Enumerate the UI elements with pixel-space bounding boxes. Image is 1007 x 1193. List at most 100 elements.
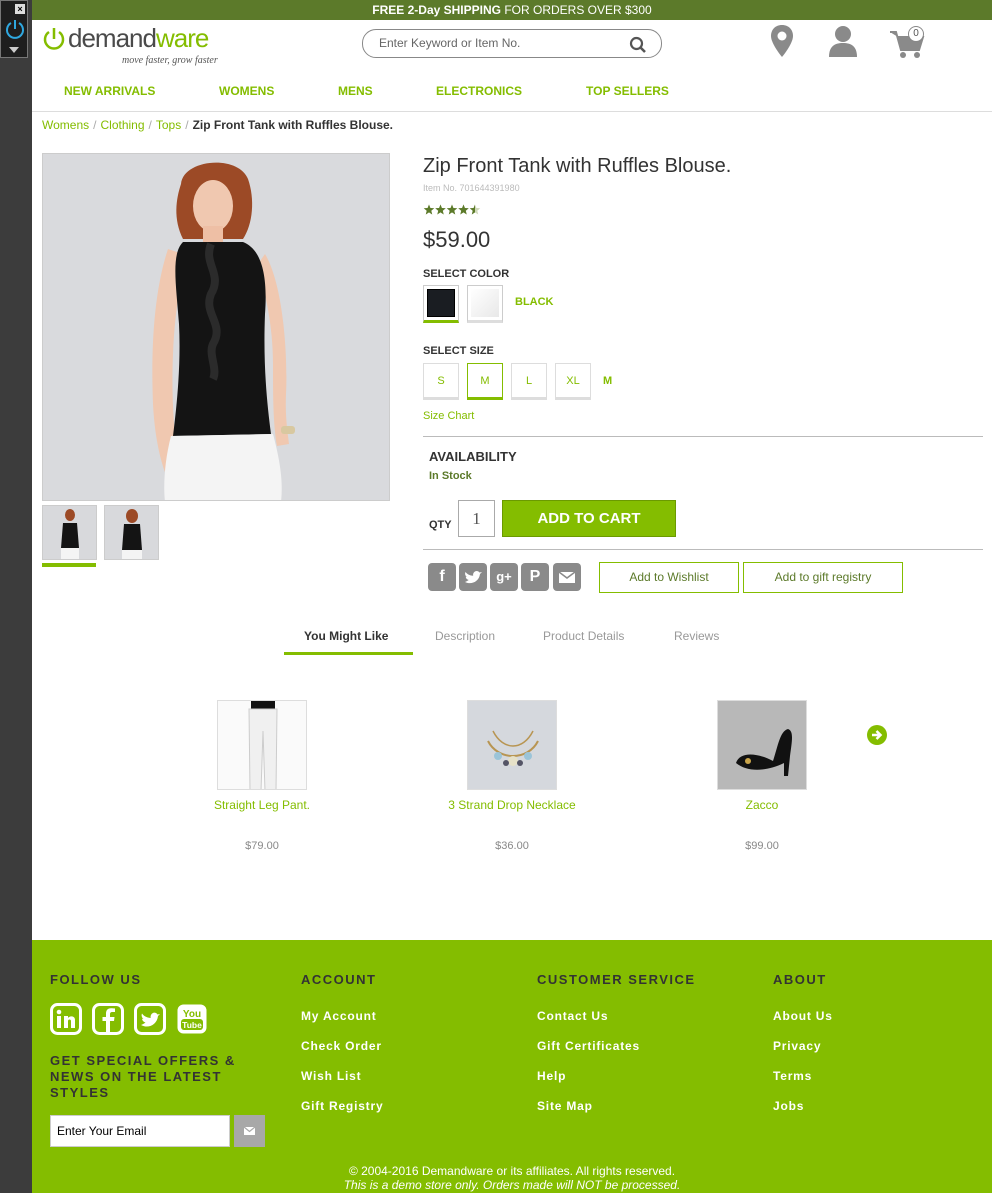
footer-link-about-us[interactable]: About Us <box>773 1009 833 1023</box>
size-l-button[interactable]: L <box>511 363 547 400</box>
tab-description[interactable]: Description <box>435 629 495 643</box>
add-to-cart-button[interactable]: ADD TO CART <box>502 500 676 537</box>
promo-bold: FREE 2-Day SHIPPING <box>372 3 501 17</box>
breadcrumb-separator: / <box>93 118 97 132</box>
footer-link-terms[interactable]: Terms <box>773 1069 812 1083</box>
recommendation-item[interactable]: Zacco $99.00 <box>662 700 862 852</box>
logo[interactable]: demandware move faster, grow faster <box>42 23 232 66</box>
logo-text: demandware <box>68 23 209 54</box>
linkedin-icon[interactable] <box>50 1003 82 1035</box>
breadcrumb-separator: / <box>148 118 152 132</box>
selected-color-label: BLACK <box>515 296 554 308</box>
recommendation-name[interactable]: 3 Strand Drop Necklace <box>412 798 612 812</box>
account-icon[interactable] <box>827 24 859 58</box>
power-icon[interactable] <box>4 18 26 40</box>
nav-electronics[interactable]: ELECTRONICS <box>436 84 522 98</box>
copyright-text: © 2004-2016 Demandware or its affiliates… <box>348 1164 676 1178</box>
tab-you-might-like[interactable]: You Might Like <box>304 629 388 643</box>
thumbnail-active-indicator <box>42 563 96 567</box>
recommendation-name[interactable]: Zacco <box>662 798 862 812</box>
nav-womens[interactable]: WOMENS <box>219 84 274 98</box>
footer-link-my-account[interactable]: My Account <box>301 1009 377 1023</box>
quantity-input[interactable] <box>458 500 495 537</box>
size-m-button[interactable]: M <box>467 363 503 400</box>
footer-link-help[interactable]: Help <box>537 1069 566 1083</box>
location-pin-icon[interactable] <box>770 24 794 58</box>
site-footer: FOLLOW US You Tube GET SPECIAL OFFERS & … <box>32 940 992 1193</box>
pinterest-share-icon[interactable]: P <box>521 563 549 591</box>
footer-link-jobs[interactable]: Jobs <box>773 1099 804 1113</box>
chevron-down-icon[interactable] <box>9 47 19 53</box>
breadcrumb-womens[interactable]: Womens <box>42 118 89 132</box>
breadcrumb: Womens / Clothing / Tops / Zip Front Tank with… <box>42 118 393 132</box>
facebook-icon[interactable] <box>92 1003 124 1035</box>
footer-link-wish-list[interactable]: Wish List <box>301 1069 361 1083</box>
recommendation-price: $99.00 <box>745 840 779 852</box>
product-photo <box>43 154 389 500</box>
select-size-label: SELECT SIZE <box>423 345 494 357</box>
svg-text:You: You <box>183 1009 201 1020</box>
recommendation-item[interactable]: Straight Leg Pant. $79.00 <box>162 700 362 852</box>
account-heading: ACCOUNT <box>301 972 377 987</box>
recommendation-name[interactable]: Straight Leg Pant. <box>162 798 362 812</box>
nav-top-sellers[interactable]: TOP SELLERS <box>586 84 669 98</box>
size-s-button[interactable]: S <box>423 363 459 400</box>
footer-link-privacy[interactable]: Privacy <box>773 1039 821 1053</box>
carousel-next-icon[interactable] <box>866 724 888 746</box>
product-main-image[interactable] <box>42 153 390 501</box>
nav-new-arrivals[interactable]: NEW ARRIVALS <box>64 84 155 98</box>
star-filled <box>423 204 435 215</box>
color-swatch-black[interactable] <box>423 285 459 323</box>
color-swatch-white[interactable] <box>467 285 503 323</box>
recommendation-image[interactable] <box>217 700 307 790</box>
youtube-icon[interactable]: You Tube <box>176 1003 208 1035</box>
thumbnail-back[interactable] <box>104 505 159 560</box>
email-submit-button[interactable] <box>234 1115 265 1147</box>
star-filled <box>446 204 458 215</box>
search-icon[interactable] <box>629 36 647 54</box>
footer-link-check-order[interactable]: Check Order <box>301 1039 382 1053</box>
nav-mens[interactable]: MENS <box>338 84 373 98</box>
select-color-label: SELECT COLOR <box>423 268 510 280</box>
add-to-gift-registry-button[interactable]: Add to gift registry <box>743 562 903 593</box>
star-filled <box>458 204 469 215</box>
recommendation-image[interactable] <box>467 700 557 790</box>
logo-tagline: move faster, grow faster <box>122 55 218 66</box>
twitter-icon[interactable] <box>134 1003 166 1035</box>
main-nav: NEW ARRIVALS WOMENS MENS ELECTRONICS TOP… <box>32 84 992 104</box>
tab-reviews[interactable]: Reviews <box>674 629 719 643</box>
search-box[interactable] <box>362 29 662 58</box>
size-chart-link[interactable]: Size Chart <box>423 410 474 422</box>
google-plus-share-icon[interactable]: g+ <box>490 563 518 591</box>
close-icon[interactable]: × <box>15 4 25 14</box>
product-title: Zip Front Tank with Ruffles Blouse. <box>423 155 732 177</box>
breadcrumb-tops[interactable]: Tops <box>156 118 181 132</box>
site-header: demandware move faster, grow faster 0 NE… <box>32 20 992 112</box>
item-number: Item No. 701644391980 <box>423 183 520 193</box>
recommendation-image[interactable] <box>717 700 807 790</box>
power-widget[interactable]: × <box>0 0 28 58</box>
footer-link-site-map[interactable]: Site Map <box>537 1099 593 1113</box>
twitter-share-icon[interactable] <box>459 563 487 591</box>
product-price: $59.00 <box>423 227 491 252</box>
recommendation-item[interactable]: 3 Strand Drop Necklace $36.00 <box>412 700 612 852</box>
footer-link-gift-registry[interactable]: Gift Registry <box>301 1099 383 1113</box>
size-xl-button[interactable]: XL <box>555 363 591 400</box>
email-field[interactable] <box>50 1115 230 1147</box>
logo-part-1: demand <box>68 23 157 53</box>
search-input[interactable] <box>379 36 619 50</box>
right-margin <box>992 0 1007 1193</box>
email-share-icon[interactable] <box>553 563 581 591</box>
breadcrumb-clothing[interactable]: Clothing <box>100 118 144 132</box>
footer-link-gift-certificates[interactable]: Gift Certificates <box>537 1039 640 1053</box>
footer-link-contact-us[interactable]: Contact Us <box>537 1009 608 1023</box>
thumbnail-front[interactable] <box>42 505 97 560</box>
facebook-share-icon[interactable]: f <box>428 563 456 591</box>
add-to-wishlist-button[interactable]: Add to Wishlist <box>599 562 739 593</box>
left-rail: × <box>0 0 32 1193</box>
demo-disclaimer: This is a demo store only. Orders made w… <box>343 1178 681 1192</box>
cart-count-badge[interactable]: 0 <box>908 26 924 42</box>
envelope-icon <box>243 1126 256 1135</box>
tab-product-details[interactable]: Product Details <box>543 629 624 643</box>
recommendation-price: $79.00 <box>245 840 279 852</box>
